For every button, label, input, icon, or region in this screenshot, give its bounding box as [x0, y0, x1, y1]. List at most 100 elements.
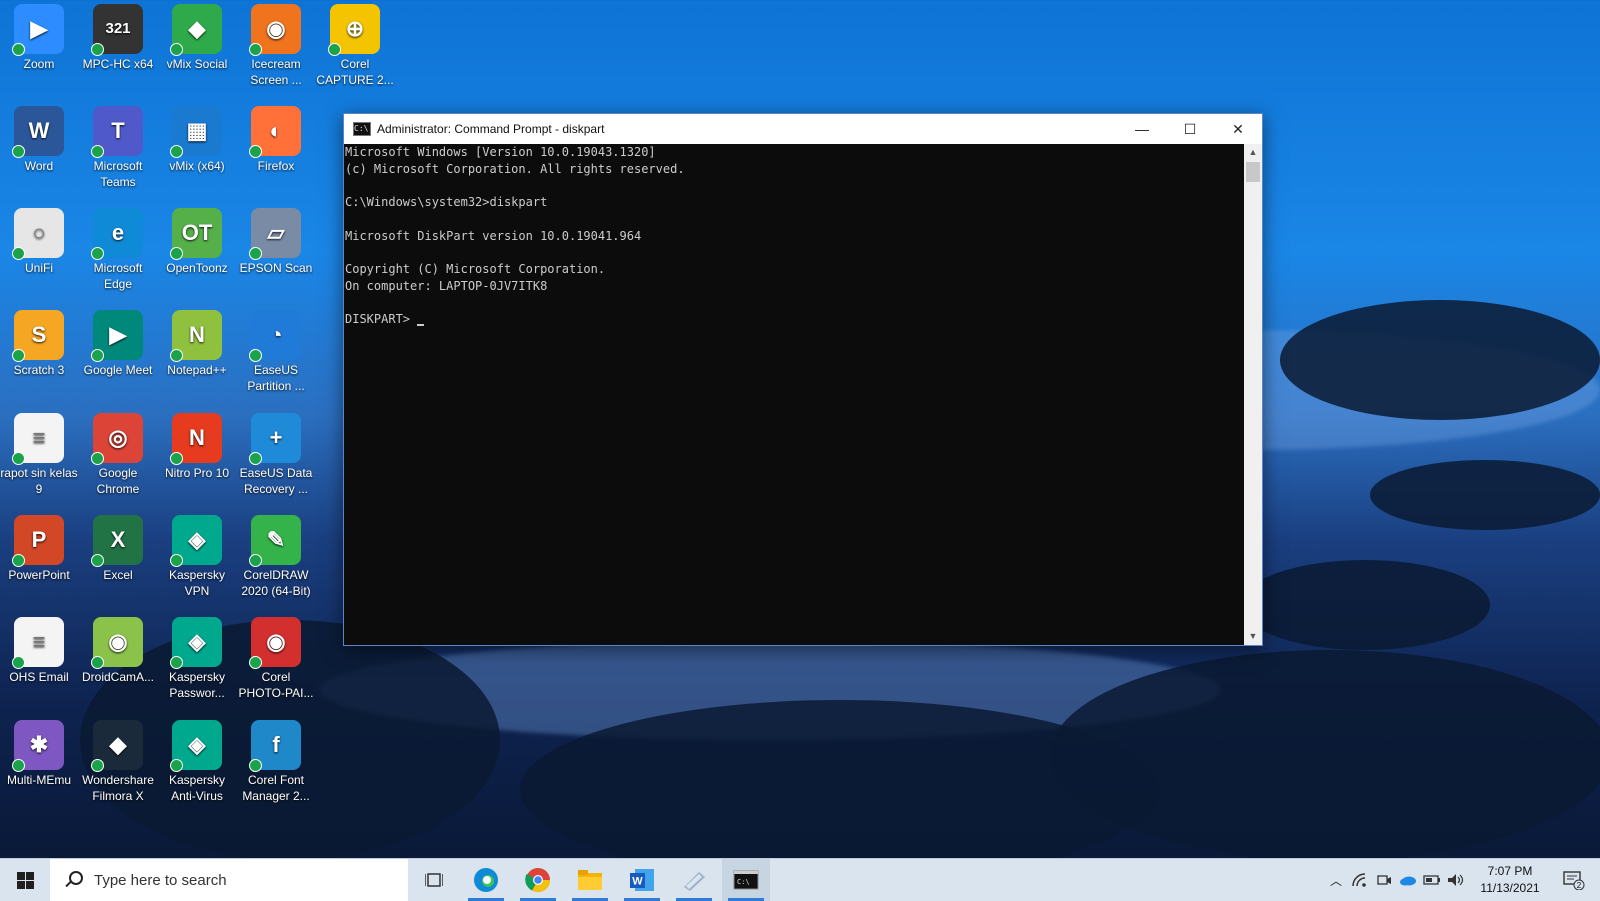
icon-glyph: ≡ [32, 629, 46, 654]
onedrive-icon[interactable] [1397, 859, 1419, 901]
desktop-icon[interactable]: ▶ Google Meet [79, 306, 157, 378]
desktop-icon-label: Corel PHOTO-PAI... [238, 670, 314, 700]
taskbar-command-prompt[interactable]: C:\ [722, 859, 770, 901]
desktop-icon[interactable]: ◆ vMix Social [158, 0, 236, 72]
app-icon: ◈ [170, 515, 222, 567]
cmd-title: Administrator: Command Prompt - diskpart [377, 122, 605, 136]
app-icon: ▱ [249, 208, 301, 260]
desktop-icon-label: CorelDRAW 2020 (64-Bit) [241, 568, 311, 598]
sync-status-icon [91, 43, 104, 56]
icon-glyph: ▶ [109, 322, 127, 347]
icon-glyph: ◉ [108, 629, 128, 654]
icon-glyph: ◈ [188, 732, 206, 757]
desktop-icon[interactable]: S Scratch 3 [0, 306, 78, 378]
sync-status-icon [12, 554, 25, 567]
app-icon: ◈ [170, 617, 222, 669]
svg-text:C:\: C:\ [737, 878, 750, 886]
desktop-icon-label: Microsoft Teams [93, 159, 143, 189]
desktop-icon[interactable]: N Notepad++ [158, 306, 236, 378]
icon-glyph: ▦ [186, 118, 208, 143]
console-line: Copyright (C) Microsoft Corporation. [345, 261, 606, 276]
app-icon: + [249, 413, 301, 465]
search-placeholder: Type here to search [94, 871, 227, 889]
sync-status-icon [12, 145, 25, 158]
task-view-button[interactable] [410, 859, 458, 901]
desktop-icon[interactable]: ✱ Multi-MEmu [0, 716, 78, 788]
desktop-icon[interactable]: ✎ CorelDRAW 2020 (64-Bit) [237, 511, 315, 599]
svg-text:W: W [632, 876, 643, 888]
cmd-app-icon: C:\ [353, 122, 371, 136]
taskbar-edge[interactable] [462, 859, 510, 901]
command-prompt-window[interactable]: C:\ Administrator: Command Prompt - disk… [343, 113, 1263, 646]
scroll-up-arrow-icon[interactable]: ▲ [1244, 144, 1262, 161]
start-button[interactable] [0, 859, 50, 901]
desktop-icon[interactable]: X Excel [79, 511, 157, 583]
icon-glyph: X [110, 527, 126, 552]
taskbar-clock[interactable]: 7:07 PM 11/13/2021 [1470, 863, 1550, 897]
desktop-icon[interactable]: T Microsoft Teams [79, 102, 157, 190]
desktop-icon[interactable]: ◔ EaseUS Partition ... [237, 306, 315, 394]
chrome-icon [525, 868, 550, 893]
desktop-icon[interactable]: ⊕ Corel CAPTURE 2... [316, 0, 394, 88]
desktop-icon-label: Scratch 3 [13, 363, 65, 377]
desktop-icon[interactable]: + EaseUS Data Recovery ... [237, 409, 315, 497]
desktop-icon[interactable]: f Corel Font Manager 2... [237, 716, 315, 804]
minimize-button[interactable]: — [1118, 114, 1166, 144]
desktop-icon[interactable]: W Word [0, 102, 78, 174]
desktop-icon[interactable]: ≡ OHS Email [0, 613, 78, 685]
desktop-icon[interactable]: e Microsoft Edge [79, 204, 157, 292]
battery-icon[interactable] [1421, 859, 1443, 901]
app-icon: ▶ [12, 4, 64, 56]
taskbar-epson-scan[interactable] [670, 859, 718, 901]
scroll-down-arrow-icon[interactable]: ▼ [1244, 628, 1262, 645]
desktop-icon[interactable]: ▶ Zoom [0, 0, 78, 72]
desktop-icon[interactable]: ◎ Google Chrome [79, 409, 157, 497]
desktop-icon[interactable]: ≡ rapot sin kelas 9 [0, 409, 78, 497]
vertical-scrollbar[interactable]: ▲ ▼ [1244, 144, 1262, 645]
cmd-console[interactable]: Microsoft Windows [Version 10.0.19043.13… [344, 144, 1244, 645]
desktop-icon[interactable]: ◆ Wondershare Filmora X [79, 716, 157, 804]
show-hidden-icons-button[interactable]: ︿ [1325, 859, 1347, 901]
desktop-icon-label: Wondershare Filmora X [82, 773, 154, 803]
icon-glyph: e [111, 220, 125, 245]
desktop-icon-label: UniFi [24, 261, 53, 275]
app-icon: 321 [91, 4, 143, 56]
taskbar-chrome[interactable] [514, 859, 562, 901]
app-icon: ▶ [91, 310, 143, 362]
taskbar-search[interactable]: Type here to search [50, 859, 408, 901]
network-icon[interactable] [1349, 859, 1371, 901]
desktop-icon[interactable]: N Nitro Pro 10 [158, 409, 236, 481]
desktop-icon[interactable]: ◉ Corel PHOTO-PAI... [237, 613, 315, 701]
desktop-icon[interactable]: ▱ EPSON Scan [237, 204, 315, 276]
desktop-icon[interactable]: ◉ DroidCamA... [79, 613, 157, 685]
app-icon: f [249, 720, 301, 772]
desktop-icon-label: OpenToonz [166, 261, 228, 275]
icon-glyph: S [31, 322, 47, 347]
app-icon: X [91, 515, 143, 567]
desktop-icon[interactable]: ○ UniFi [0, 204, 78, 276]
meet-now-icon[interactable] [1373, 859, 1395, 901]
desktop-icon-label: OHS Email [9, 670, 69, 684]
desktop-icon[interactable]: ◐ Firefox [237, 102, 315, 174]
scrollbar-thumb[interactable] [1246, 162, 1260, 182]
icon-glyph: ◈ [188, 527, 206, 552]
desktop-icon[interactable]: P PowerPoint [0, 511, 78, 583]
folder-icon [578, 870, 602, 890]
desktop-icon[interactable]: OT OpenToonz [158, 204, 236, 276]
close-button[interactable]: ✕ [1214, 114, 1262, 144]
desktop-icon[interactable]: ◈ Kaspersky Anti-Virus [158, 716, 236, 804]
cmd-titlebar[interactable]: C:\ Administrator: Command Prompt - disk… [344, 114, 1262, 144]
volume-icon[interactable] [1445, 859, 1467, 901]
taskbar-file-explorer[interactable] [566, 859, 614, 901]
desktop-icon[interactable]: ◈ Kaspersky VPN [158, 511, 236, 599]
icon-glyph: N [189, 322, 205, 347]
desktop-icon[interactable]: ▦ vMix (x64) [158, 102, 236, 174]
desktop-icon[interactable]: ◉ Icecream Screen ... [237, 0, 315, 88]
desktop-icon[interactable]: 321 MPC-HC x64 [79, 0, 157, 72]
maximize-button[interactable]: ☐ [1166, 114, 1214, 144]
icon-glyph: W [28, 118, 50, 143]
action-center-button[interactable]: 2 [1552, 859, 1596, 901]
icon-glyph: ✱ [29, 732, 49, 757]
taskbar-word[interactable]: W [618, 859, 666, 901]
desktop-icon[interactable]: ◈ Kaspersky Passwor... [158, 613, 236, 701]
